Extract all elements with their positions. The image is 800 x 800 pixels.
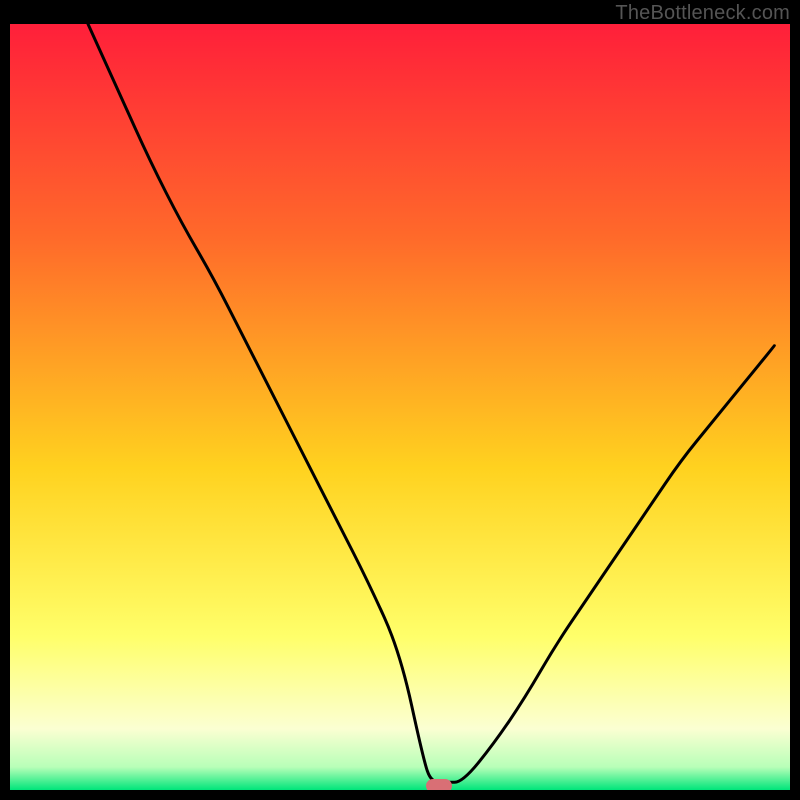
optimum-marker [426, 779, 452, 790]
chart-frame [10, 24, 790, 790]
plot-area [10, 24, 790, 790]
watermark-text: TheBottleneck.com [615, 2, 790, 25]
bottleneck-curve [10, 24, 790, 790]
